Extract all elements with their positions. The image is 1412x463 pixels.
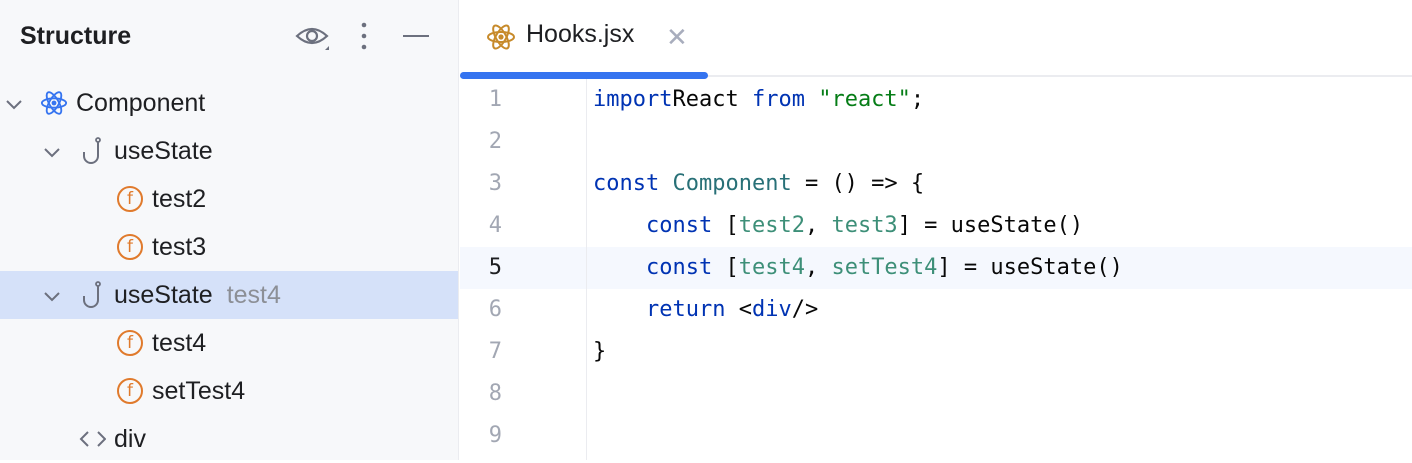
code-token: = () => { [791,171,925,196]
tree-item[interactable]: f setTest4 [0,367,458,415]
tree-item[interactable]: f test2 [0,175,458,223]
tree-item-label: test2 [152,185,207,213]
chevron-down-icon[interactable] [4,93,24,113]
tree-item-label: useState [114,281,213,309]
code-token: test3 [831,213,898,238]
code-token: ] = useState() [937,255,1123,280]
code-token: } [593,339,607,364]
chevron-down-icon[interactable] [42,141,62,161]
code-token: ] = useState() [897,213,1084,238]
code-token: div [751,297,792,322]
code-token: test4 [738,255,805,280]
hook-icon [78,281,106,309]
code-token: from [751,87,819,112]
code-token: const [645,213,726,238]
tab-hooks-jsx[interactable]: Hooks.jsx ✕ [460,0,708,79]
tree-item-label: Component [76,89,206,117]
hook-icon [78,137,106,165]
code-line: 7} [460,331,1412,373]
tree-item-label: test3 [152,233,207,261]
code-token: "react" [818,87,911,112]
code-line: 6 return <div/> [460,289,1412,331]
tree-item-hint: test4 [226,281,281,309]
code-token: import [593,87,673,112]
code-line: 9 [460,415,1412,457]
code-token: , [804,255,832,280]
code-line: 3 const Component = () => { [460,163,1412,205]
view-options-eye-icon[interactable] [295,20,329,54]
tree-item-label: test4 [152,329,207,357]
structure-panel: Structure Component useState f test2 f test3 u… [0,0,459,460]
editor-tab-bar: Hooks.jsx ✕ [460,0,1412,79]
tree-item[interactable]: useState [0,127,458,175]
code-token: , [804,213,832,238]
code-token: const [645,255,726,280]
tree-item-label: div [114,425,146,453]
function-icon: f [116,233,144,261]
tree-item-label: setTest4 [152,377,246,405]
more-options-icon[interactable] [350,20,384,54]
editor-gutter [460,79,587,460]
code-line: 5 const [test4, setTest4] = useState() [460,247,1412,289]
code-line: 8 [460,373,1412,415]
code-token: const [593,171,673,196]
tree-item[interactable]: div [0,415,458,463]
function-icon: f [116,185,144,213]
chevron-down-icon[interactable] [42,285,62,305]
code-token: return [645,297,739,322]
tree-item[interactable]: useState test4 [0,271,458,319]
react-icon [40,89,68,117]
tree-item[interactable]: f test4 [0,319,458,367]
code-editor[interactable]: 1 importReact from "react"; 2 3 const Compon… [460,79,1412,460]
panel-title: Structure [20,22,132,50]
code-token: [ [725,255,739,280]
tree-item-label: useState [114,137,213,165]
code-token: React [672,87,752,112]
code-line: 2 [460,121,1412,163]
tree-item[interactable]: Component [0,79,458,127]
tree-item[interactable]: f test3 [0,223,458,271]
minimize-icon[interactable] [400,20,434,54]
function-icon: f [116,377,144,405]
close-tab-icon[interactable]: ✕ [666,22,688,53]
tag-icon [78,425,106,453]
code-token: test2 [738,213,805,238]
react-file-icon [486,22,516,57]
code-token: setTest4 [831,255,938,280]
code-token: < [738,297,752,322]
code-token: [ [725,213,739,238]
active-tab-indicator [460,72,708,79]
code-token: Component [672,171,792,196]
tab-label: Hooks.jsx [526,20,635,48]
code-token: /> [791,297,819,322]
code-token: ; [910,87,925,112]
code-line: 4 const [test2, test3] = useState() [460,205,1412,247]
function-icon: f [116,329,144,357]
code-line: 1 importReact from "react"; [460,79,1412,121]
